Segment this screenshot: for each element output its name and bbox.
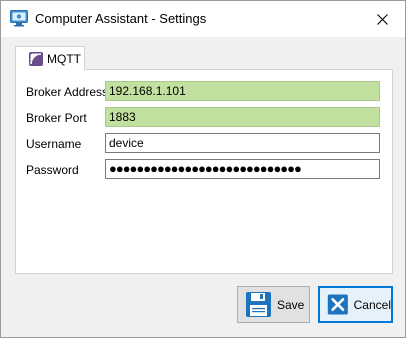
save-button-label: Save [277, 297, 305, 312]
broker-address-field[interactable]: 192.168.1.101 [105, 81, 380, 101]
cancel-icon [327, 294, 348, 315]
settings-window: Computer Assistant - Settings MQTT Broke… [0, 0, 406, 338]
broker-port-label: Broker Port [26, 111, 87, 125]
cancel-button-label: Cancel [353, 297, 391, 312]
save-button[interactable]: Save [237, 286, 310, 323]
title-bar: Computer Assistant - Settings [1, 1, 405, 37]
tab-mqtt-label: MQTT [47, 52, 81, 66]
save-icon [246, 292, 271, 317]
close-icon [376, 13, 388, 25]
window-title: Computer Assistant - Settings [35, 11, 207, 26]
password-field[interactable]: ●●●●●●●●●●●●●●●●●●●●●●●●●●●● [105, 159, 380, 179]
tab-mqtt[interactable]: MQTT [15, 46, 85, 70]
username-field[interactable]: device [105, 133, 380, 153]
mqtt-icon [29, 52, 43, 66]
app-icon [10, 10, 28, 27]
cancel-button[interactable]: Cancel [318, 286, 393, 323]
broker-address-label: Broker Address [26, 85, 109, 99]
close-button[interactable] [359, 1, 405, 37]
password-label: Password [26, 163, 79, 177]
username-label: Username [26, 137, 82, 151]
broker-port-field[interactable]: 1883 [105, 107, 380, 127]
